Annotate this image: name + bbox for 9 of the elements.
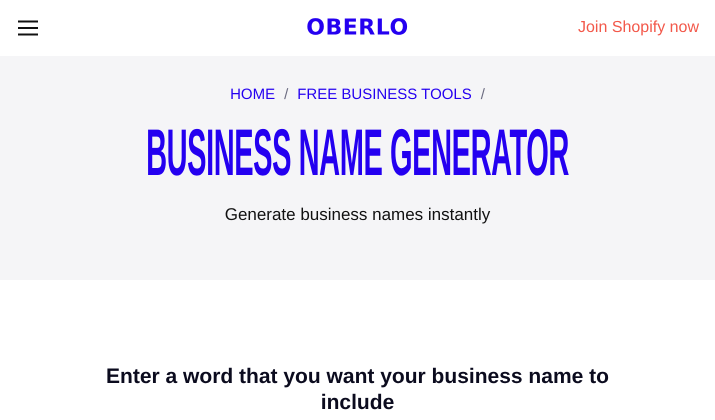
breadcrumb-link[interactable]: HOME	[230, 86, 276, 103]
logo[interactable]: OBERLO	[306, 16, 409, 40]
breadcrumb-link[interactable]: FREE BUSINESS TOOLS	[297, 86, 472, 103]
page-title: BUSINESS NAME GENERATOR	[146, 117, 569, 187]
breadcrumb-separator: /	[480, 86, 485, 103]
prompt-text: Enter a word that you want your business name to include	[105, 364, 610, 416]
menu-icon[interactable]	[18, 20, 38, 36]
page-subtitle: Generate business names instantly	[224, 205, 490, 225]
breadcrumb-separator: /	[284, 86, 288, 103]
